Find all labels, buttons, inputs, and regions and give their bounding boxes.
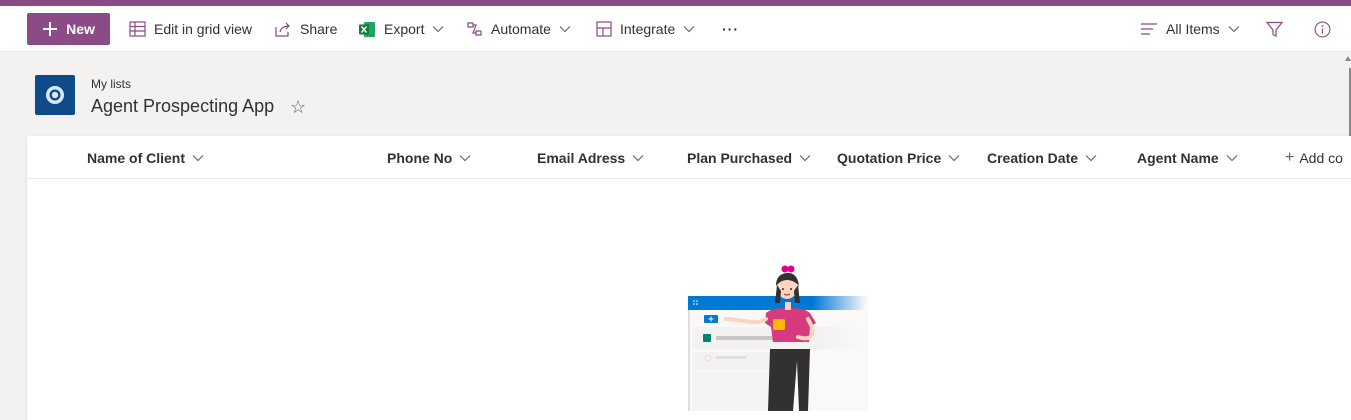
column-header-label: Phone No (387, 149, 453, 166)
column-header-email-adress[interactable]: Email Adress (537, 136, 644, 179)
view-selector-button[interactable]: All Items (1141, 6, 1240, 52)
favorite-star-icon[interactable]: ☆ (290, 97, 306, 117)
site-logo[interactable] (35, 75, 75, 115)
automate-button[interactable]: Automate (466, 6, 571, 52)
breadcrumb[interactable]: My lists (91, 77, 131, 91)
info-button[interactable] (1314, 6, 1331, 52)
chevron-down-icon (192, 154, 204, 161)
more-icon[interactable]: ··· (722, 6, 739, 52)
empty-list-illustration (688, 265, 868, 411)
chevron-down-icon (632, 154, 644, 161)
info-icon (1314, 21, 1331, 37)
automate-label: Automate (491, 21, 551, 37)
export-button[interactable]: Export (359, 6, 444, 52)
filter-button[interactable] (1266, 6, 1283, 52)
integrate-label: Integrate (620, 21, 676, 37)
chevron-down-icon (799, 154, 811, 161)
column-header-quotation-price[interactable]: Quotation Price (837, 136, 960, 179)
scroll-up-arrow-icon[interactable] (1345, 56, 1351, 61)
column-header-agent-name[interactable]: Agent Name (1137, 136, 1238, 179)
page-title: Agent Prospecting App (91, 96, 275, 116)
chevron-down-icon (1226, 154, 1238, 161)
grid-icon (129, 21, 146, 37)
column-header-creation-date[interactable]: Creation Date (987, 136, 1097, 179)
integrate-button[interactable]: Integrate (596, 6, 695, 52)
share-button[interactable]: Share (275, 6, 337, 52)
new-button-label: New (66, 21, 95, 37)
column-header-label: Name of Client (87, 149, 186, 166)
plus-icon (43, 22, 58, 36)
column-header-name-of-client[interactable]: Name of Client (87, 136, 204, 179)
excel-icon (359, 21, 375, 37)
add-column-label: Add co (1299, 149, 1343, 166)
list-column-headers: Name of Client Phone No Email Adress Pla… (27, 136, 1351, 179)
chevron-down-icon (433, 26, 444, 33)
column-header-plan-purchased[interactable]: Plan Purchased (687, 136, 811, 179)
column-header-phone-no[interactable]: Phone No (387, 136, 471, 179)
chevron-down-icon (1228, 26, 1240, 33)
add-column-button[interactable]: + Add co (1285, 136, 1343, 179)
chevron-down-icon (948, 154, 960, 161)
edit-in-grid-view-label: Edit in grid view (154, 21, 253, 37)
view-lines-icon (1141, 23, 1157, 35)
chevron-down-icon (1085, 154, 1097, 161)
automate-icon (467, 22, 482, 36)
share-icon (275, 22, 290, 37)
column-header-label: Agent Name (1137, 149, 1219, 166)
column-header-label: Quotation Price (837, 149, 942, 166)
column-header-label: Email Adress (537, 149, 626, 166)
chevron-down-icon (559, 26, 571, 33)
add-icon: + (1285, 148, 1295, 166)
column-header-label: Creation Date (987, 149, 1079, 166)
site-logo-icon (46, 86, 64, 104)
view-selector-label: All Items (1166, 21, 1220, 37)
filter-icon (1266, 21, 1283, 37)
edit-in-grid-view-button[interactable]: Edit in grid view (129, 6, 252, 52)
chevron-down-icon (459, 154, 471, 161)
chevron-down-icon (683, 26, 695, 33)
integrate-icon (596, 21, 612, 37)
command-bar: New Edit in grid view Share Export Autom… (0, 6, 1351, 52)
export-label: Export (384, 21, 425, 37)
share-label: Share (300, 21, 338, 37)
column-header-label: Plan Purchased (687, 149, 793, 166)
new-button[interactable]: New (27, 13, 110, 45)
